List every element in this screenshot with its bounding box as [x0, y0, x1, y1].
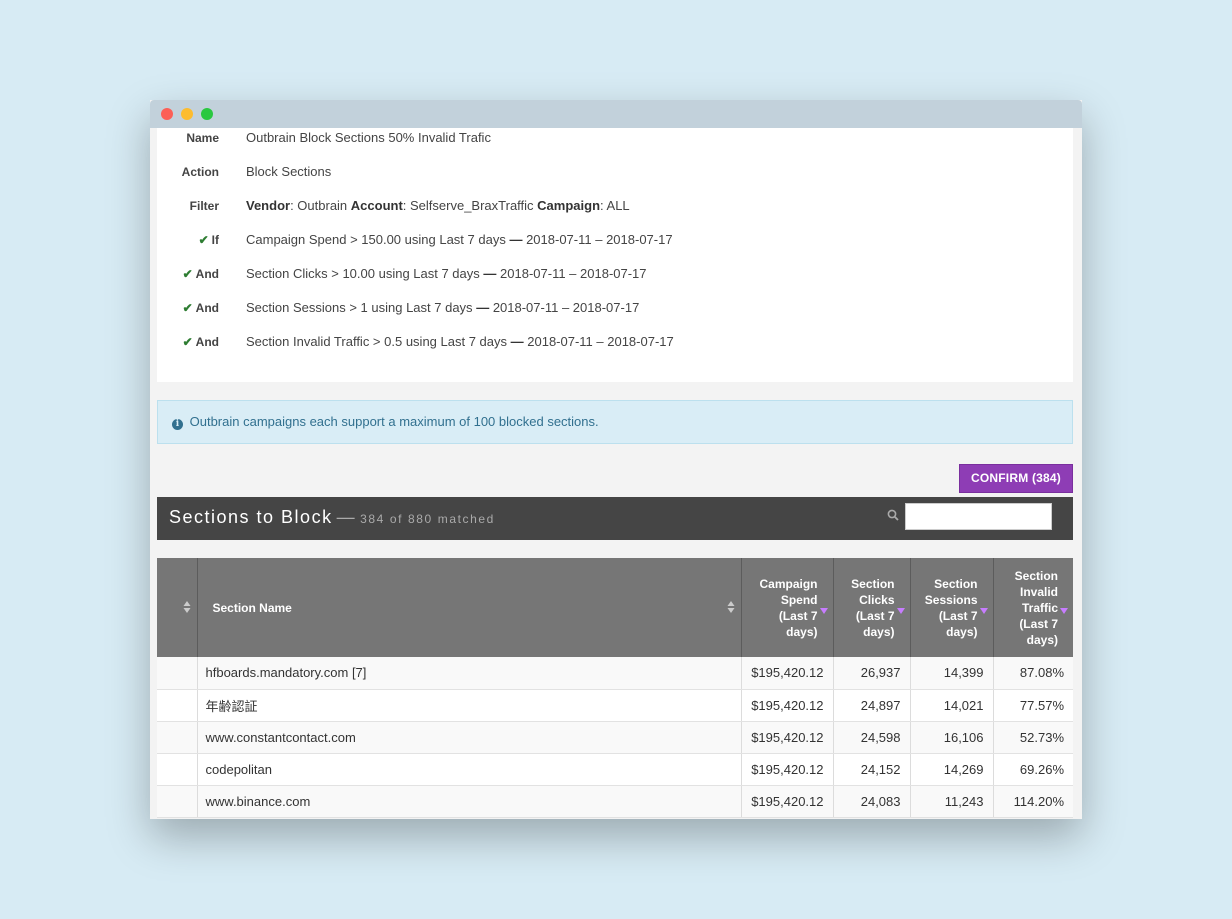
sort-desc-icon: [1060, 608, 1068, 614]
rule-filter-row: Filter Vendor: Outbrain Account: Selfser…: [157, 196, 1073, 216]
campaign-spend-cell: $195,420.12: [741, 689, 834, 722]
check-icon: ✔: [182, 301, 193, 315]
table-row[interactable]: hfboards.mandatory.com [7] $195,420.12 2…: [157, 657, 1073, 690]
sort-desc-icon: [819, 608, 828, 614]
section-clicks-cell: 24,083: [833, 785, 911, 818]
info-alert-text: Outbrain campaigns each support a maximu…: [189, 414, 599, 429]
table-header-bar: Sections to Block —384 of 880 matched: [157, 497, 1073, 540]
table-title: Sections to Block —384 of 880 matched: [169, 507, 495, 527]
section-sessions-cell: 14,399: [910, 657, 994, 690]
condition-text: Section Invalid Traffic > 0.5 using Last…: [246, 334, 674, 349]
rule-name-value: Outbrain Block Sections 50% Invalid Traf…: [246, 130, 491, 145]
row-select-cell[interactable]: [157, 785, 198, 818]
condition-label: ✔ And: [182, 267, 219, 281]
table-row[interactable]: codepolitan $195,420.12 24,152 14,269 69…: [157, 753, 1073, 786]
rule-filter-value: Vendor: Outbrain Account: Selfserve_Brax…: [246, 196, 630, 216]
condition-row: ✔ And Section Invalid Traffic > 0.5 using…: [157, 332, 1073, 352]
window-titlebar: [150, 100, 1082, 128]
campaign-spend-cell: $195,420.12: [741, 785, 834, 818]
condition-label: ✔ And: [182, 335, 219, 349]
table-header-row: Section Name Campaign Spend (Last 7 days) S…: [157, 558, 1073, 657]
app-window: Name Outbrain Block Sections 50% Invalid…: [150, 100, 1082, 819]
campaign-value: : ALL: [600, 198, 630, 213]
sort-desc-icon: [979, 608, 988, 614]
account-key: Account: [350, 198, 403, 213]
select-column-header[interactable]: [157, 558, 198, 657]
section-invalid-cell: 87.08%: [993, 657, 1073, 690]
info-alert: i Outbrain campaigns each support a maxi…: [157, 400, 1073, 444]
condition-label: ✔ And: [182, 301, 219, 315]
confirm-button[interactable]: CONFIRM (384): [959, 464, 1073, 493]
info-icon: i: [172, 419, 183, 430]
check-icon: ✔: [182, 335, 193, 349]
section-invalid-cell: 77.57%: [993, 689, 1073, 722]
close-window-button[interactable]: [161, 108, 173, 120]
section-name-cell: www.binance.com: [197, 785, 742, 818]
section-clicks-header[interactable]: Section Clicks (Last 7 days): [833, 558, 911, 657]
section-invalid-cell: 69.26%: [993, 753, 1073, 786]
section-sessions-cell: 14,269: [910, 753, 994, 786]
campaign-spend-cell: $195,420.12: [741, 657, 834, 690]
condition-row: ✔ If Campaign Spend > 150.00 using Last 7…: [157, 230, 1073, 250]
row-select-cell[interactable]: [157, 657, 198, 690]
table-row[interactable]: www.binance.com $195,420.12 24,083 11,24…: [157, 785, 1073, 818]
rule-filter-label: Filter: [189, 199, 219, 213]
table-row[interactable]: 年齢認証 $195,420.12 24,897 14,021 77.57%: [157, 689, 1073, 722]
section-clicks-cell: 26,937: [833, 657, 911, 690]
section-clicks-cell: 24,897: [833, 689, 911, 722]
section-clicks-cell: 24,152: [833, 753, 911, 786]
sort-desc-icon: [896, 608, 905, 614]
table-row[interactable]: www.constantcontact.com $195,420.12 24,5…: [157, 721, 1073, 754]
rule-name-label: Name: [186, 131, 219, 145]
condition-row: ✔ And Section Sessions > 1 using Last 7 d…: [157, 298, 1073, 318]
section-invalid-cell: 114.20%: [993, 785, 1073, 818]
check-icon: ✔: [198, 233, 209, 247]
condition-row: ✔ And Section Clicks > 10.00 using Last 7…: [157, 264, 1073, 284]
vendor-value: : Outbrain: [290, 198, 351, 213]
section-name-cell: hfboards.mandatory.com [7]: [197, 657, 742, 690]
condition-text: Campaign Spend > 150.00 using Last 7 day…: [246, 232, 673, 247]
check-icon: ✔: [182, 267, 193, 281]
sections-table: Section Name Campaign Spend (Last 7 days) S…: [157, 558, 1073, 818]
rule-details-panel: Name Outbrain Block Sections 50% Invalid…: [157, 128, 1073, 382]
account-value: : Selfserve_BraxTraffic: [402, 198, 538, 213]
section-sessions-cell: 16,106: [910, 721, 994, 754]
sort-icon: [727, 601, 734, 613]
rule-action-row: Action Block Sections: [157, 162, 1073, 182]
section-name-header[interactable]: Section Name: [197, 558, 742, 657]
section-name-cell: www.constantcontact.com: [197, 721, 742, 754]
campaign-key: Campaign: [537, 198, 601, 213]
sort-icon: [183, 601, 190, 613]
condition-text: Section Sessions > 1 using Last 7 days —…: [246, 300, 640, 315]
section-sessions-cell: 11,243: [910, 785, 994, 818]
rule-action-label: Action: [181, 165, 219, 179]
match-count: 384 of 880 matched: [360, 512, 495, 526]
section-sessions-header[interactable]: Section Sessions (Last 7 days): [910, 558, 994, 657]
search-input[interactable]: [905, 503, 1052, 530]
rule-action-value: Block Sections: [246, 164, 332, 179]
rule-name-row: Name Outbrain Block Sections 50% Invalid…: [157, 128, 1073, 148]
condition-text: Section Clicks > 10.00 using Last 7 days…: [246, 266, 647, 281]
campaign-spend-cell: $195,420.12: [741, 721, 834, 754]
section-invalid-cell: 52.73%: [993, 721, 1073, 754]
condition-label: ✔ If: [198, 233, 219, 247]
campaign-spend-cell: $195,420.12: [741, 753, 834, 786]
section-name-cell: codepolitan: [197, 753, 742, 786]
section-name-cell: 年齢認証: [197, 689, 742, 722]
campaign-spend-header[interactable]: Campaign Spend (Last 7 days): [741, 558, 834, 657]
row-select-cell[interactable]: [157, 689, 198, 722]
section-clicks-cell: 24,598: [833, 721, 911, 754]
vendor-key: Vendor: [246, 198, 291, 213]
maximize-window-button[interactable]: [201, 108, 213, 120]
search-icon: [887, 509, 899, 521]
section-invalid-traffic-header[interactable]: Section Invalid Traffic (Last 7 days): [993, 558, 1073, 657]
minimize-window-button[interactable]: [181, 108, 193, 120]
row-select-cell[interactable]: [157, 721, 198, 754]
section-sessions-cell: 14,021: [910, 689, 994, 722]
row-select-cell[interactable]: [157, 753, 198, 786]
